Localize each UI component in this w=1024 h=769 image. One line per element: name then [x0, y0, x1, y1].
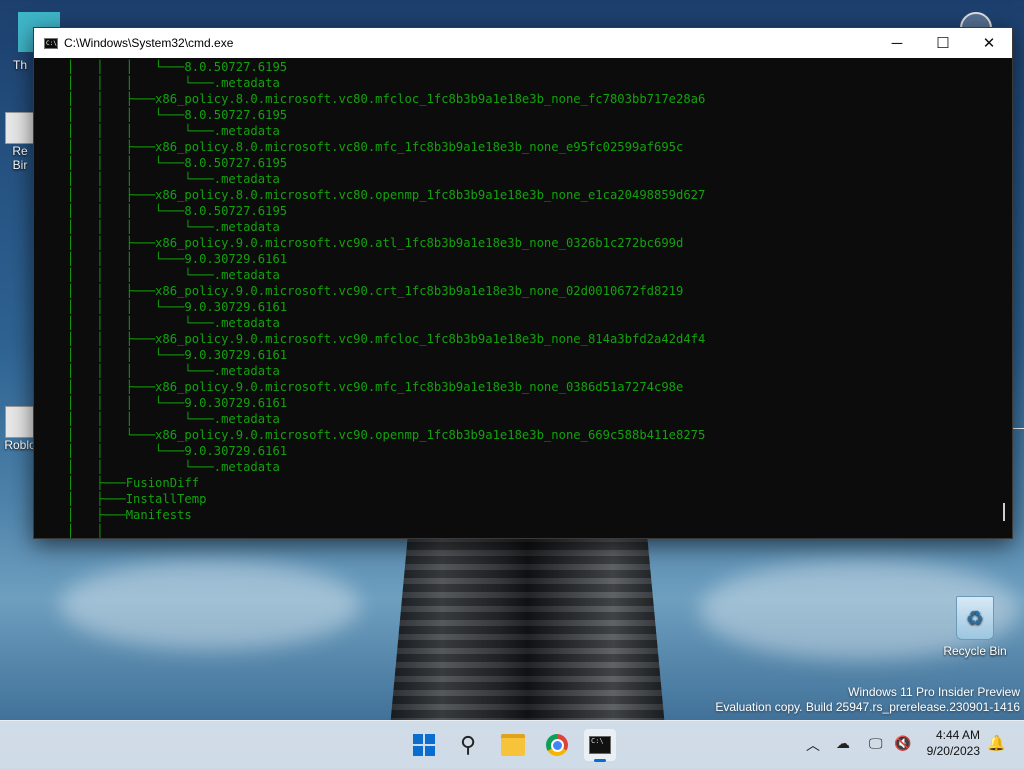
desktop-icon-recycle-bin[interactable]: ♻ Recycle Bin [942, 596, 1008, 658]
close-icon: ✕ [982, 35, 996, 52]
maximize-button[interactable]: ☐ [920, 28, 966, 58]
console-line: │ │ │ └───8.0.50727.6195 [67, 204, 288, 218]
chevron-up-icon[interactable]: ︿ [806, 735, 820, 755]
taskbar: ⚲ C:\ ︿ ☁ 🖵 🔇 4:44 AM 9/20/2023 🔔 [0, 720, 1024, 769]
console-line: │ │ ├───x86_policy.8.0.microsoft.vc80.mf… [67, 92, 706, 106]
console-line: │ │ [67, 524, 104, 538]
console-line: │ │ ├───x86_policy.9.0.microsoft.vc90.at… [67, 236, 684, 250]
windows-watermark: Windows 11 Pro Insider Preview Evaluatio… [715, 685, 1020, 715]
close-button[interactable]: ✕ [966, 28, 1012, 58]
command-prompt-icon: C:\ [589, 736, 611, 754]
console-line: │ │ │ └───.metadata [67, 172, 280, 186]
volume-muted-icon[interactable]: 🔇 [894, 735, 911, 752]
console-line: │ │ │ └───.metadata [67, 364, 280, 378]
maximize-icon: ☐ [936, 35, 950, 52]
minimize-icon: ─ [891, 34, 903, 52]
console-line: │ │ │ └───9.0.30729.6161 [67, 300, 288, 314]
onedrive-icon[interactable]: ☁ [836, 735, 850, 752]
console-line: │ │ └───9.0.30729.6161 [67, 444, 288, 458]
desktop-icon-label: Recycle Bin [943, 644, 1007, 658]
desktop-icon-label: Roblo [4, 438, 36, 452]
console-line: │ │ │ └───.metadata [67, 124, 280, 138]
console-line: │ │ │ └───.metadata [67, 76, 280, 90]
cmd-window[interactable]: C:\ C:\Windows\System32\cmd.exe ─ ☐ ✕ │ … [33, 27, 1013, 539]
clock-date: 9/20/2023 [926, 744, 980, 758]
file-explorer-button[interactable] [497, 729, 529, 761]
wallpaper-cloud [60, 560, 360, 650]
console-line: │ │ └───x86_policy.9.0.microsoft.vc90.op… [67, 428, 706, 442]
recycle-bin-icon: ♻ [956, 596, 994, 640]
chrome-icon [546, 734, 568, 756]
taskbar-clock[interactable]: 4:44 AM 9/20/2023 [927, 727, 980, 759]
scrollbar-thumb[interactable] [1003, 503, 1005, 521]
windows-start-icon [413, 734, 435, 756]
console-output[interactable]: │ │ │ └───8.0.50727.6195 │ │ │ └───.metad… [34, 58, 1000, 538]
watermark-line-2: Evaluation copy. Build 25947.rs_prerelea… [715, 700, 1020, 714]
console-line: │ │ │ └───.metadata [67, 220, 280, 234]
command-prompt-button[interactable]: C:\ [584, 729, 616, 761]
console-line: │ │ ├───x86_policy.8.0.microsoft.vc80.op… [67, 188, 706, 202]
desktop-icon-label: Re Bir [12, 144, 28, 172]
active-app-indicator [594, 759, 606, 762]
console-line: │ ├───FusionDiff [67, 476, 200, 490]
console-line: │ │ │ └───9.0.30729.6161 [67, 348, 288, 362]
console-line: │ │ ├───x86_policy.9.0.microsoft.vc90.cr… [67, 284, 684, 298]
file-icon [5, 112, 35, 144]
console-line: │ │ │ └───9.0.30729.6161 [67, 396, 288, 410]
console-line: │ ├───InstallTemp [67, 492, 207, 506]
console-line: │ │ └───.metadata [67, 460, 280, 474]
console-line: │ │ │ └───8.0.50727.6195 [67, 60, 288, 74]
wallpaper-pier [390, 536, 665, 720]
console-line: │ │ │ └───.metadata [67, 268, 280, 282]
watermark-line-1: Windows 11 Pro Insider Preview [848, 685, 1020, 699]
file-explorer-icon [501, 734, 525, 756]
window-title: C:\Windows\System32\cmd.exe [64, 36, 234, 50]
console-line: │ │ ├───x86_policy.9.0.microsoft.vc90.mf… [67, 380, 684, 394]
notification-bell-icon[interactable]: 🔔 [987, 734, 1006, 752]
start-button[interactable] [408, 729, 440, 761]
console-line: │ │ ├───x86_policy.8.0.microsoft.vc80.mf… [67, 140, 684, 154]
desktop-icon-label: Th [12, 58, 27, 72]
search-button[interactable]: ⚲ [452, 729, 484, 761]
console-line: │ ├───Manifests [67, 508, 192, 522]
console-line: │ │ │ └───8.0.50727.6195 [67, 108, 288, 122]
console-line: │ │ │ └───9.0.30729.6161 [67, 252, 288, 266]
console-line: │ │ ├───x86_policy.9.0.microsoft.vc90.mf… [67, 332, 706, 346]
console-line: │ │ │ └───.metadata [67, 316, 280, 330]
console-line: │ │ │ └───.metadata [67, 412, 280, 426]
search-icon: ⚲ [459, 732, 477, 757]
console-line: │ │ │ └───8.0.50727.6195 [67, 156, 288, 170]
title-bar[interactable]: C:\ C:\Windows\System32\cmd.exe ─ ☐ ✕ [34, 28, 1012, 58]
cmd-app-icon: C:\ [44, 37, 58, 49]
network-icon[interactable]: 🖵 [869, 735, 883, 752]
chrome-button[interactable] [541, 729, 573, 761]
file-icon [5, 406, 35, 438]
clock-time: 4:44 AM [935, 728, 980, 742]
minimize-button[interactable]: ─ [874, 28, 920, 58]
